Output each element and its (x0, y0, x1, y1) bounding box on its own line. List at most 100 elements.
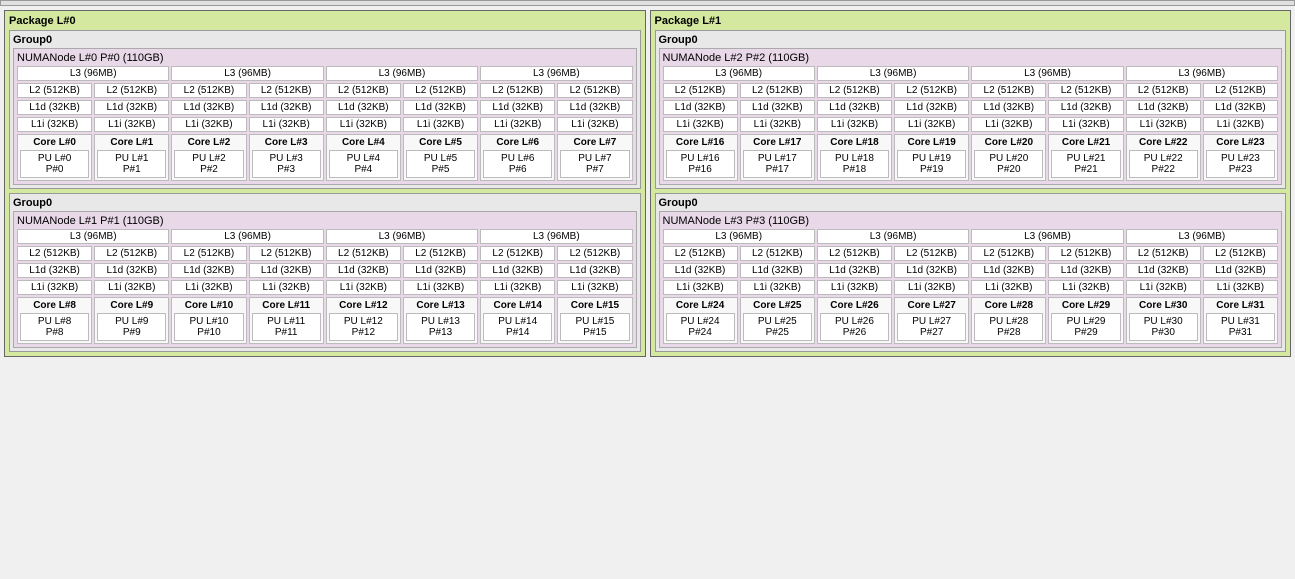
l1d-cell: L1d (32KB) (817, 263, 892, 278)
core-label: Core L#21 (1051, 137, 1120, 148)
l1i-cell: L1i (32KB) (1203, 280, 1278, 295)
core-label: Core L#25 (743, 300, 812, 311)
l1i-cell: L1i (32KB) (663, 280, 738, 295)
l1i-cell: L1i (32KB) (403, 280, 478, 295)
core-label: Core L#17 (743, 137, 812, 148)
l1i-cell: L1i (32KB) (817, 280, 892, 295)
core-label: Core L#0 (20, 137, 89, 148)
core-block: Core L#11PU L#11 P#11 (249, 297, 324, 344)
pu-block: PU L#26 P#26 (820, 313, 889, 341)
l1d-cell: L1d (32KB) (403, 100, 478, 115)
core-label: Core L#7 (560, 137, 629, 148)
l2-cell: L2 (512KB) (971, 246, 1046, 261)
pu-block: PU L#13 P#13 (406, 313, 475, 341)
core-label: Core L#27 (897, 300, 966, 311)
l2-cell: L2 (512KB) (740, 246, 815, 261)
core-block: Core L#3PU L#3 P#3 (249, 134, 324, 181)
l1d-cell: L1d (32KB) (171, 263, 246, 278)
l2-cell: L2 (512KB) (1126, 83, 1201, 98)
l2-cell: L2 (512KB) (326, 246, 401, 261)
pu-block: PU L#28 P#28 (974, 313, 1043, 341)
core-block: Core L#28PU L#28 P#28 (971, 297, 1046, 344)
core-block: Core L#21PU L#21 P#21 (1048, 134, 1123, 181)
l2-cell: L2 (512KB) (971, 83, 1046, 98)
l1i-row: L1i (32KB)L1i (32KB)L1i (32KB)L1i (32KB)… (663, 280, 1279, 295)
l2-cell: L2 (512KB) (817, 83, 892, 98)
l3-cell: L3 (96MB) (817, 66, 969, 81)
l1d-cell: L1d (32KB) (663, 263, 738, 278)
l1d-cell: L1d (32KB) (971, 263, 1046, 278)
core-label: Core L#8 (20, 300, 89, 311)
core-label: Core L#30 (1129, 300, 1198, 311)
l1i-cell: L1i (32KB) (171, 280, 246, 295)
l1i-cell: L1i (32KB) (480, 280, 555, 295)
l2-cell: L2 (512KB) (403, 83, 478, 98)
l2-cell: L2 (512KB) (557, 83, 632, 98)
l1i-cell: L1i (32KB) (1126, 280, 1201, 295)
group-title: Group0 (659, 34, 1283, 46)
core-label: Core L#24 (666, 300, 735, 311)
cores-row: Core L#8PU L#8 P#8Core L#9PU L#9 P#9Core… (17, 297, 633, 344)
l1d-cell: L1d (32KB) (1203, 100, 1278, 115)
group-title: Group0 (659, 197, 1283, 209)
core-block: Core L#30PU L#30 P#30 (1126, 297, 1201, 344)
l2-cell: L2 (512KB) (17, 83, 92, 98)
l3-cell: L3 (96MB) (171, 66, 323, 81)
l1d-cell: L1d (32KB) (403, 263, 478, 278)
group: Group0 NUMANode L#2 P#2 (110GB)L3 (96MB)L… (655, 30, 1287, 189)
l1i-cell: L1i (32KB) (1126, 117, 1201, 132)
l2-cell: L2 (512KB) (249, 83, 324, 98)
core-block: Core L#27PU L#27 P#27 (894, 297, 969, 344)
pu-block: PU L#5 P#5 (406, 150, 475, 178)
l2-cell: L2 (512KB) (326, 83, 401, 98)
numa-title: NUMANode L#1 P#1 (110GB) (17, 215, 633, 227)
l1d-cell: L1d (32KB) (1048, 263, 1123, 278)
package-title: Package L#1 (655, 15, 1287, 27)
l3-cell: L3 (96MB) (326, 66, 478, 81)
group-title: Group0 (13, 34, 637, 46)
core-block: Core L#2PU L#2 P#2 (171, 134, 246, 181)
core-block: Core L#6PU L#6 P#6 (480, 134, 555, 181)
core-block: Core L#1PU L#1 P#1 (94, 134, 169, 181)
pu-block: PU L#9 P#9 (97, 313, 166, 341)
l1d-cell: L1d (32KB) (480, 100, 555, 115)
core-block: Core L#18PU L#18 P#18 (817, 134, 892, 181)
l2-row: L2 (512KB)L2 (512KB)L2 (512KB)L2 (512KB)… (17, 246, 633, 261)
group: Group0NUMANode L#3 P#3 (110GB)L3 (96MB)L… (655, 193, 1287, 352)
l1d-cell: L1d (32KB) (94, 263, 169, 278)
l2-cell: L2 (512KB) (480, 246, 555, 261)
l1i-row: L1i (32KB)L1i (32KB)L1i (32KB)L1i (32KB)… (17, 117, 633, 132)
l1i-cell: L1i (32KB) (740, 280, 815, 295)
pu-block: PU L#3 P#3 (252, 150, 321, 178)
l1d-cell: L1d (32KB) (17, 100, 92, 115)
l1d-cell: L1d (32KB) (1203, 263, 1278, 278)
l1d-row: L1d (32KB)L1d (32KB)L1d (32KB)L1d (32KB)… (17, 100, 633, 115)
l1i-cell: L1i (32KB) (480, 117, 555, 132)
pu-block: PU L#2 P#2 (174, 150, 243, 178)
l1d-cell: L1d (32KB) (663, 100, 738, 115)
numa-node: NUMANode L#2 P#2 (110GB)L3 (96MB)L3 (96M… (659, 48, 1283, 185)
core-label: Core L#20 (974, 137, 1043, 148)
cores-row: Core L#24 PU L#24 P#24Core L#25PU L#25 P#… (663, 297, 1279, 344)
l1i-cell: L1i (32KB) (94, 117, 169, 132)
core-label: Core L#6 (483, 137, 552, 148)
core-block: Core L#25PU L#25 P#25 (740, 297, 815, 344)
l1d-row: L1d (32KB)L1d (32KB)L1d (32KB)L1d (32KB)… (17, 263, 633, 278)
core-label: Core L#29 (1051, 300, 1120, 311)
core-block: Core L#7PU L#7 P#7 (557, 134, 632, 181)
core-block: Core L#20PU L#20 P#20 (971, 134, 1046, 181)
pu-block: PU L#1 P#1 (97, 150, 166, 178)
l2-cell: L2 (512KB) (94, 246, 169, 261)
l2-row: L2 (512KB)L2 (512KB)L2 (512KB)L2 (512KB)… (17, 83, 633, 98)
l1i-cell: L1i (32KB) (249, 280, 324, 295)
pu-block: PU L#24 P#24 (666, 313, 735, 341)
pu-block: PU L#8 P#8 (20, 313, 89, 341)
core-label: Core L#5 (406, 137, 475, 148)
l2-cell: L2 (512KB) (249, 246, 324, 261)
l3-cell: L3 (96MB) (1126, 66, 1278, 81)
l1d-cell: L1d (32KB) (94, 100, 169, 115)
l3-cell: L3 (96MB) (326, 229, 478, 244)
l3-cell: L3 (96MB) (663, 229, 815, 244)
l2-cell: L2 (512KB) (403, 246, 478, 261)
core-block: Core L#31PU L#31 P#31 (1203, 297, 1278, 344)
